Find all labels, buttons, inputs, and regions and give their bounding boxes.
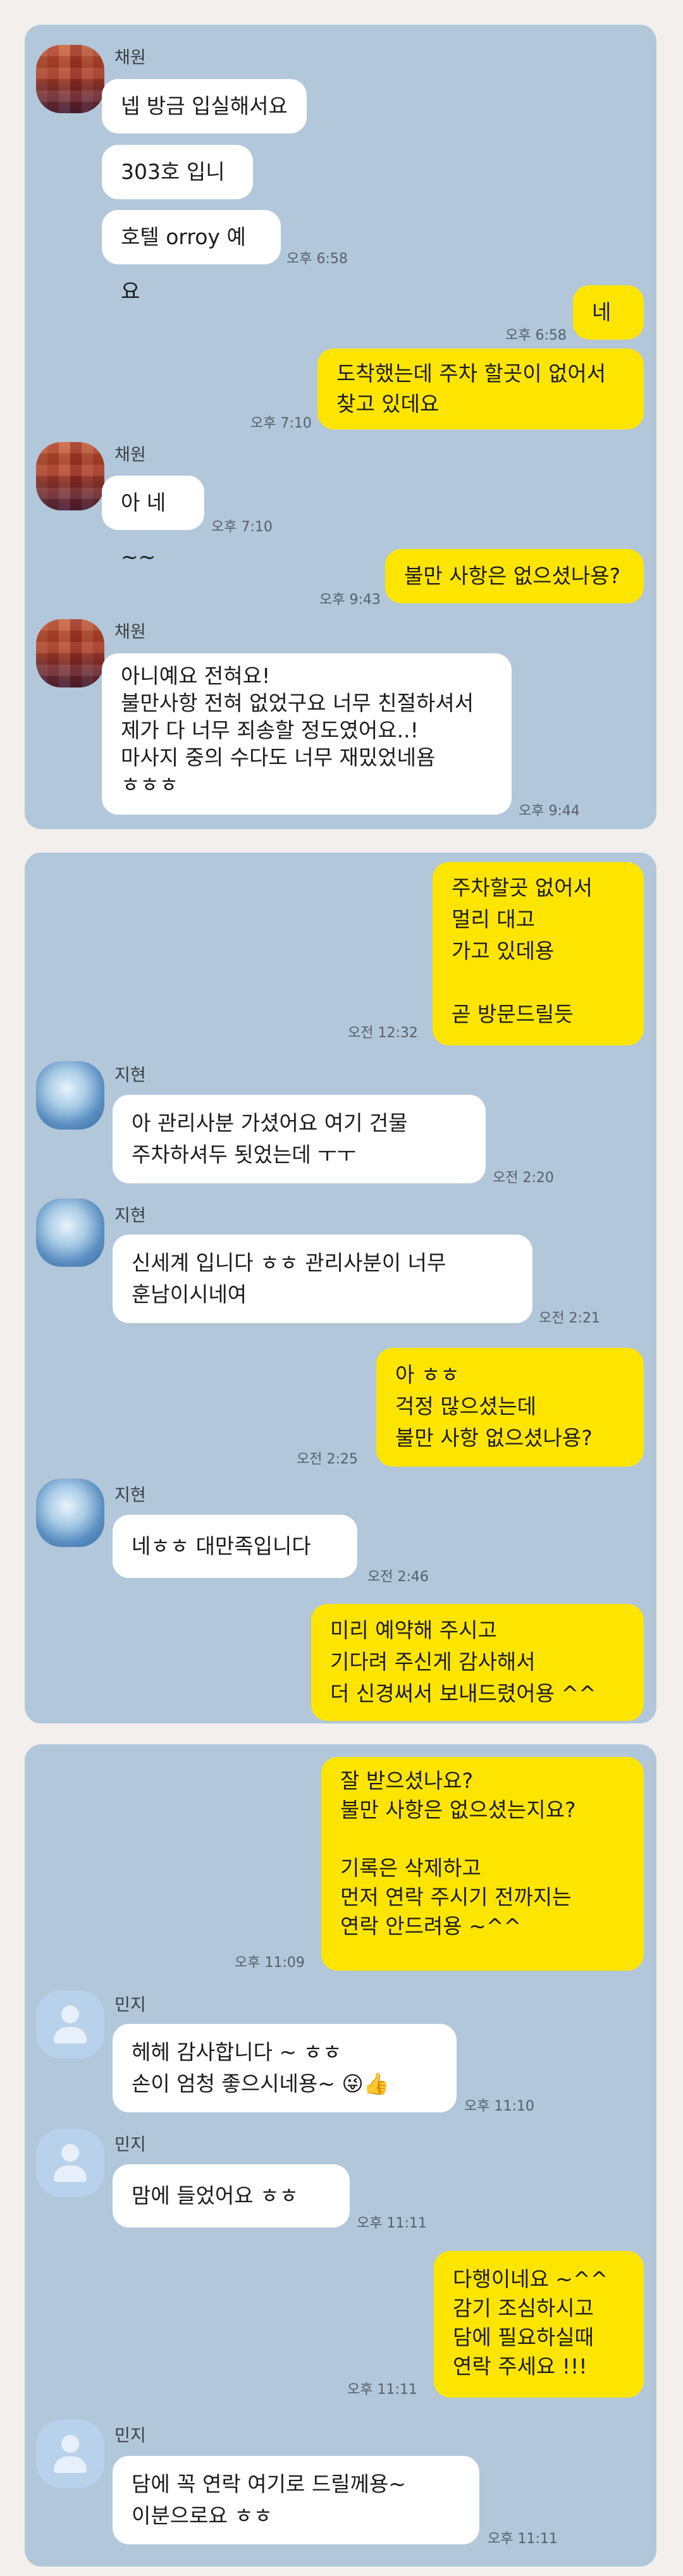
my-message-bubble: 도착했는데 주차 할곳이 없어서 찾고 있데요 bbox=[317, 348, 644, 429]
message-bubble: 호텔 orroy 예요 bbox=[102, 210, 281, 304]
sender-name: 민지 bbox=[114, 2135, 146, 2155]
my-message-bubble: 아 ㅎㅎ 걱정 많으셨는데 불만 사항 없으셨나용? bbox=[376, 1348, 644, 1467]
message-bubble: 담에 꼭 연락 여기로 드릴께용~ 이분으로요 ㅎㅎ bbox=[113, 2456, 479, 2544]
person-icon bbox=[61, 2006, 79, 2023]
profile-avatar[interactable] bbox=[36, 1199, 104, 1267]
message-time: 오후 7:10 bbox=[211, 519, 273, 535]
person-icon bbox=[61, 2435, 79, 2453]
message-bubble: 신세계 입니다 ㅎㅎ 관리사분이 너무 훈남이시네여 bbox=[113, 1235, 532, 1323]
profile-avatar[interactable] bbox=[36, 2420, 104, 2488]
my-message-bubble: 다행이네요 ~^^ 감기 조심하시고 담에 필요하실때 연락 주세요 !!! bbox=[434, 2251, 644, 2398]
message-bubble: 아니예요 전혀요! 불만사항 전혀 없었구요 너무 친절하셔서 제가 다 너무 … bbox=[102, 653, 512, 815]
chat-panel-1: 채원 넵 방금 입실해서요 303호 입니다 호텔 orroy 예요 오후 6:… bbox=[25, 25, 656, 829]
my-message-bubble: 미리 예약해 주시고 기다려 주신게 감사해서 더 신경써서 보내드렸어용 ^^ bbox=[311, 1604, 644, 1721]
my-message-bubble: 잘 받으셨나요? 불만 사항은 없으셨는지요? 기록은 삭제하고 먼저 연락 주… bbox=[321, 1757, 644, 1971]
message-bubble: 넵 방금 입실해서요 bbox=[102, 79, 307, 133]
sender-name: 채원 bbox=[114, 622, 146, 642]
message-time: 오후 9:43 bbox=[319, 592, 381, 608]
sender-name: 지현 bbox=[114, 1066, 146, 1085]
profile-avatar[interactable] bbox=[36, 45, 104, 113]
profile-avatar[interactable] bbox=[36, 2129, 104, 2197]
message-time: 오후 6:58 bbox=[286, 251, 348, 267]
person-icon bbox=[61, 2144, 79, 2162]
message-time: 오전 12:32 bbox=[348, 1025, 418, 1041]
message-time: 오후 6:58 bbox=[505, 328, 567, 343]
message-bubble: 303호 입니다 bbox=[102, 145, 253, 238]
message-bubble: 아 관리사분 가셨어요 여기 건물 주차하셔두 됫었는데 ㅜㅜ bbox=[113, 1095, 486, 1183]
my-message-bubble: 주차할곳 없어서 멀리 대고 가고 있데용 곧 방문드릴듯 bbox=[433, 862, 644, 1045]
message-bubble: 네ㅎㅎ 대만족입니다 bbox=[113, 1515, 357, 1578]
profile-avatar[interactable] bbox=[36, 1990, 104, 2059]
profile-avatar[interactable] bbox=[36, 1479, 104, 1547]
profile-avatar[interactable] bbox=[36, 442, 104, 510]
chat-panel-2: 주차할곳 없어서 멀리 대고 가고 있데용 곧 방문드릴듯 오전 12:32 지… bbox=[25, 853, 656, 1723]
profile-avatar[interactable] bbox=[36, 1061, 104, 1130]
message-time: 오전 2:21 bbox=[539, 1310, 600, 1326]
message-bubble: 맘에 들었어요 ㅎㅎ bbox=[113, 2164, 350, 2228]
message-time: 오전 2:46 bbox=[367, 1569, 429, 1585]
message-bubble: 아 네~~ bbox=[102, 476, 204, 569]
message-bubble: 헤헤 감사합니다 ~ ㅎㅎ 손이 엄청 좋으시네용~ 😜👍 bbox=[113, 2024, 457, 2112]
message-time: 오후 7:10 bbox=[250, 416, 312, 431]
sender-name: 민지 bbox=[114, 1995, 146, 2015]
sender-name: 민지 bbox=[114, 2426, 146, 2446]
sender-name: 지현 bbox=[114, 1206, 146, 1226]
message-time: 오후 11:10 bbox=[464, 2098, 534, 2114]
message-time: 오후 11:09 bbox=[235, 1955, 305, 1971]
chat-panel-3: 잘 받으셨나요? 불만 사항은 없으셨는지요? 기록은 삭제하고 먼저 연락 주… bbox=[25, 1744, 656, 2567]
message-time: 오전 2:25 bbox=[297, 1451, 358, 1467]
my-message-bubble: 불만 사항은 없으셨나용? bbox=[385, 549, 644, 603]
message-time: 오후 11:11 bbox=[347, 2382, 417, 2398]
message-time: 오후 11:11 bbox=[488, 2531, 558, 2547]
message-time: 오전 2:20 bbox=[493, 1170, 554, 1186]
message-time: 오후 9:44 bbox=[519, 803, 580, 819]
sender-name: 채원 bbox=[114, 445, 146, 465]
sender-name: 지현 bbox=[114, 1486, 146, 1505]
message-time: 오후 11:11 bbox=[357, 2215, 427, 2231]
sender-name: 채원 bbox=[114, 48, 146, 68]
profile-avatar[interactable] bbox=[36, 619, 104, 687]
my-message-bubble: 네 ~ bbox=[573, 285, 644, 379]
